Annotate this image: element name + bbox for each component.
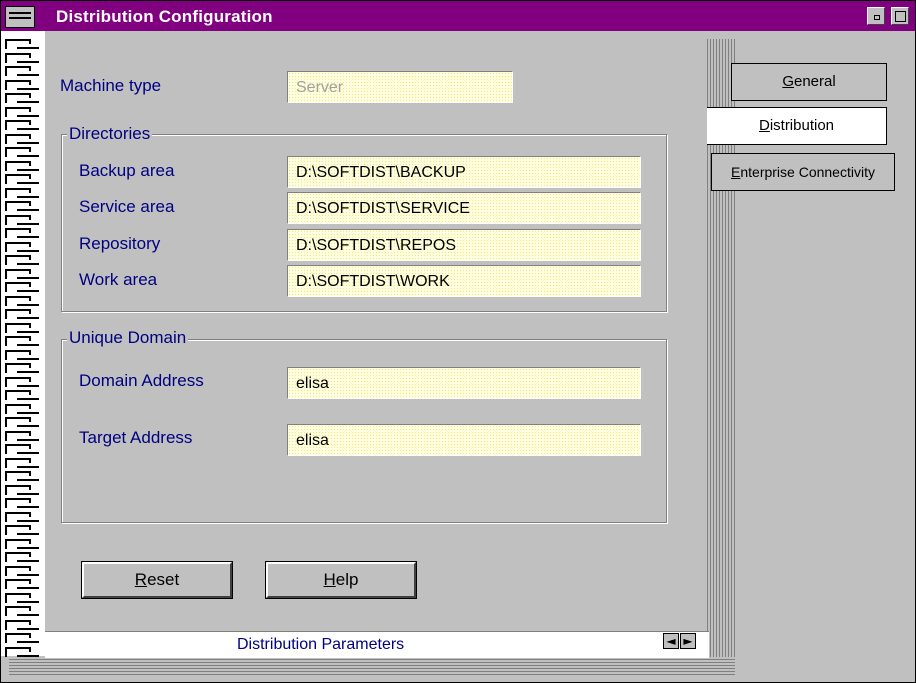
reset-button-label: eset — [147, 570, 180, 589]
page-stack-bottom-edge — [9, 657, 735, 677]
spiral-ring — [5, 592, 39, 603]
spiral-ring — [5, 255, 39, 265]
machine-type-field: Server — [287, 71, 513, 103]
spiral-ring — [5, 417, 39, 427]
service-area-label: Service area — [79, 197, 175, 216]
spiral-ring — [5, 268, 39, 279]
distribution-configuration-window: Distribution Configuration Machine type … — [0, 0, 916, 683]
right-arrow-icon[interactable]: ► — [680, 633, 696, 649]
help-button[interactable]: Help — [265, 561, 417, 599]
spiral-ring — [5, 498, 39, 508]
spiral-ring — [5, 430, 39, 441]
tab-enterprise-connectivity[interactable]: Enterprise Connectivity — [711, 153, 895, 191]
spiral-ring — [5, 309, 39, 319]
domain-address-field[interactable]: elisa — [287, 367, 641, 399]
target-address-label: Target Address — [79, 428, 193, 447]
spiral-ring — [5, 619, 39, 630]
spiral-ring — [5, 79, 39, 90]
tab-distribution[interactable]: Distribution — [707, 107, 887, 145]
system-menu-icon[interactable] — [5, 6, 35, 28]
tab-enterprise-label: nterprise Connectivity — [740, 164, 875, 180]
work-area-field[interactable]: D:\SOFTDIST\WORK — [287, 265, 641, 297]
spiral-ring — [5, 538, 39, 549]
domain-address-label: Domain Address — [79, 371, 204, 390]
target-address-field[interactable]: elisa — [287, 424, 641, 456]
spiral-ring — [5, 511, 39, 522]
minimize-button[interactable] — [867, 7, 885, 25]
machine-type-label: Machine type — [60, 76, 162, 95]
repository-field[interactable]: D:\SOFTDIST\REPOS — [287, 229, 641, 261]
backup-area-field[interactable]: D:\SOFTDIST\BACKUP — [287, 156, 641, 188]
spiral-ring — [5, 282, 39, 292]
tab-general[interactable]: General — [731, 63, 887, 101]
work-area-label: Work area — [79, 270, 158, 289]
title-bar: Distribution Configuration — [1, 1, 915, 31]
spiral-ring — [5, 106, 39, 117]
repository-label: Repository — [79, 234, 161, 253]
reset-button-mnemonic: R — [134, 570, 148, 589]
spiral-ring — [5, 133, 39, 144]
spiral-ring — [5, 295, 39, 306]
service-area-field[interactable]: D:\SOFTDIST\SERVICE — [287, 192, 641, 224]
spiral-ring — [5, 39, 39, 49]
spiral-ring — [5, 471, 39, 481]
spiral-ring — [5, 52, 39, 63]
tab-general-label: eneral — [793, 73, 836, 90]
help-button-label: elp — [335, 570, 359, 589]
spiral-ring — [5, 457, 39, 468]
spiral-ring — [5, 444, 39, 454]
spiral-ring — [5, 228, 39, 238]
window-title: Distribution Configuration — [56, 7, 273, 26]
spiral-ring — [5, 484, 39, 495]
spiral-ring — [5, 579, 39, 589]
spiral-ring — [5, 646, 39, 657]
spiral-ring — [5, 322, 39, 333]
spiral-ring — [5, 201, 39, 211]
tab-distribution-mnemonic: D — [758, 117, 770, 134]
help-button-mnemonic: H — [323, 570, 336, 589]
backup-area-label: Backup area — [79, 161, 175, 180]
spiral-ring — [5, 403, 39, 414]
spiral-ring — [5, 120, 39, 130]
spiral-ring — [5, 66, 39, 76]
spiral-ring — [5, 363, 39, 373]
unique-domain-group-title: Unique Domain — [67, 328, 189, 348]
tab-general-mnemonic: G — [782, 73, 794, 90]
left-arrow-icon[interactable]: ◄ — [663, 633, 679, 649]
spiral-ring — [5, 525, 39, 535]
spiral-ring — [5, 336, 39, 346]
spiral-ring — [5, 552, 39, 562]
spiral-ring — [5, 606, 39, 616]
spiral-ring — [5, 187, 39, 198]
directories-group-title: Directories — [67, 124, 153, 144]
tab-distribution-label: istribution — [769, 117, 835, 134]
spiral-ring — [5, 633, 39, 643]
spiral-ring — [5, 214, 39, 225]
notebook-spiral-binding — [1, 31, 45, 657]
maximize-button[interactable] — [891, 7, 909, 25]
tab-enterprise-mnemonic: E — [731, 164, 741, 180]
spiral-ring — [5, 349, 39, 360]
spiral-ring — [5, 93, 39, 103]
reset-button[interactable]: Reset — [81, 561, 233, 599]
spiral-ring — [5, 376, 39, 387]
spiral-ring — [5, 390, 39, 400]
spiral-ring — [5, 160, 39, 171]
spiral-ring — [5, 241, 39, 252]
spiral-ring — [5, 147, 39, 157]
page-title-status: Distribution Parameters — [237, 636, 405, 653]
spiral-ring — [5, 174, 39, 184]
spiral-ring — [5, 565, 39, 576]
